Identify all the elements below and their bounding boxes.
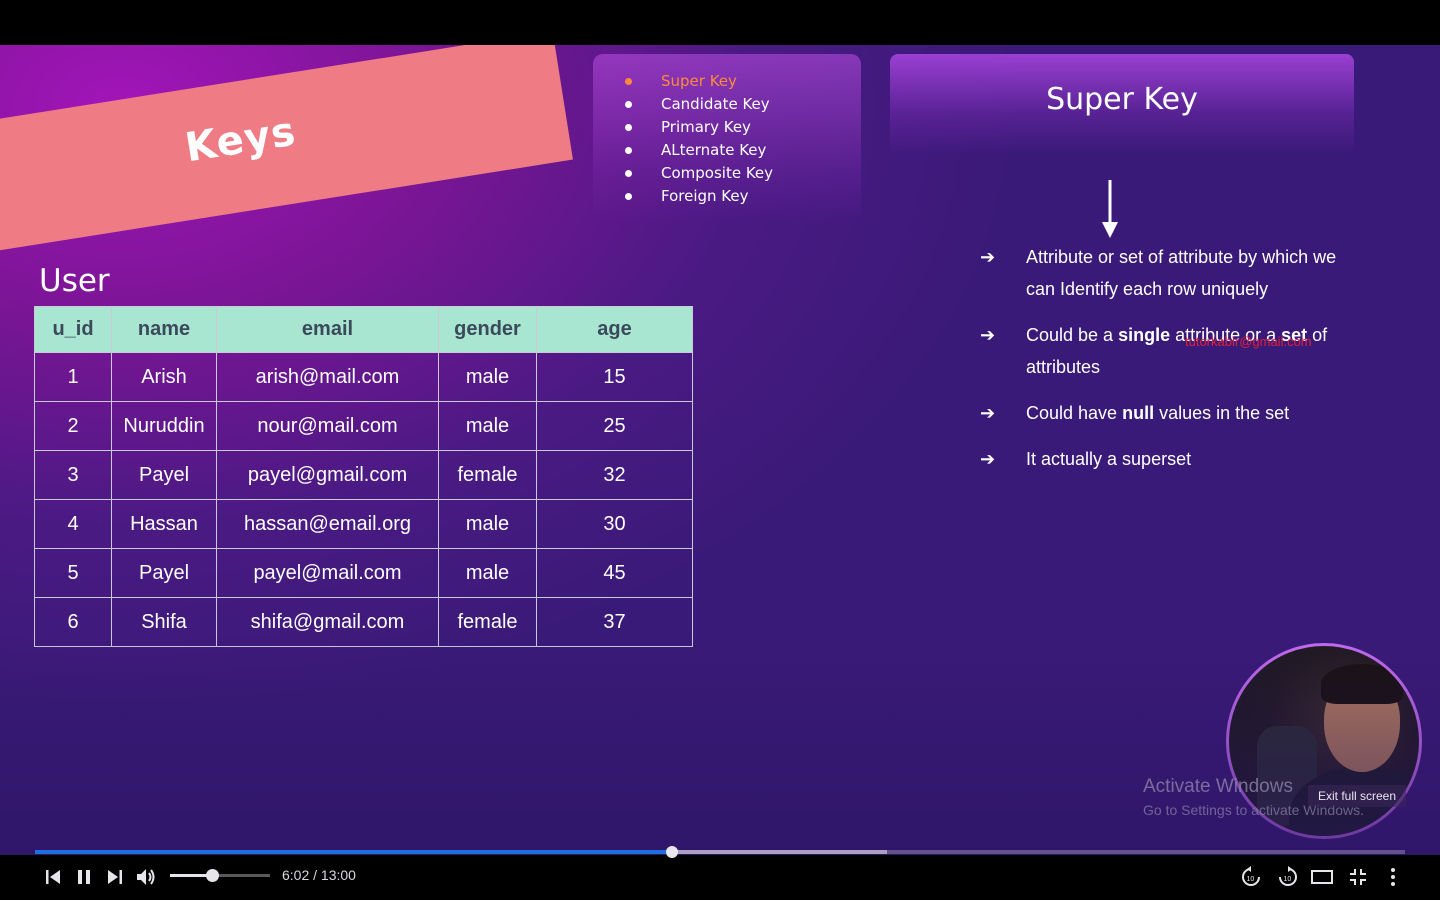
presenter-hair [1321, 664, 1403, 704]
table-row: 4 Hassan hassan@email.org male 30 [34, 499, 693, 549]
definition-bullet: ➔ Could have null values in the set [980, 397, 1340, 429]
table-cell: female [438, 450, 537, 500]
volume-icon[interactable] [134, 865, 158, 889]
table-cell: 15 [536, 352, 693, 402]
table-row: 1 Arish arish@mail.com male 15 [34, 352, 693, 402]
column-header: u_id [34, 306, 112, 353]
table-cell: male [438, 352, 537, 402]
svg-text:10: 10 [1284, 876, 1292, 883]
arrow-right-icon: ➔ [980, 247, 996, 267]
table-cell: 4 [34, 499, 112, 549]
table-title: User [39, 263, 110, 299]
table-cell: 25 [536, 401, 693, 451]
table-cell: 2 [34, 401, 112, 451]
definition-bullet: ➔ Could be a single attribute or a set of… [980, 319, 1340, 383]
key-list-item: ALternate Key [625, 141, 861, 164]
table-cell: 45 [536, 548, 693, 598]
table-cell: Hassan [111, 499, 217, 549]
table-row: 5 Payel payel@mail.com male 45 [34, 548, 693, 598]
arrow-right-icon: ➔ [980, 325, 996, 345]
rewind-10-icon[interactable]: 10 [1239, 865, 1263, 889]
key-list-item: Candidate Key [625, 95, 861, 118]
bullet-text: Attribute or set of attribute by which w… [1026, 247, 1337, 299]
theater-mode-icon[interactable] [1310, 865, 1334, 889]
table-row: 2 Nuruddin nour@mail.com male 25 [34, 401, 693, 451]
table-cell: male [438, 548, 537, 598]
svg-text:10: 10 [1247, 876, 1255, 883]
slide-heading: Super Key [1046, 82, 1198, 117]
down-arrow-icon [1102, 180, 1118, 238]
forward-10-icon[interactable]: 10 [1276, 865, 1300, 889]
bullet-text: null [1122, 403, 1155, 423]
lecture-slide: Keys Super Key Candidate Key Primary Key AL… [0, 45, 1440, 855]
table-cell: payel@gmail.com [216, 450, 439, 500]
definition-bullets: ➔ Attribute or set of attribute by which … [980, 241, 1340, 489]
table-cell: 3 [34, 450, 112, 500]
bullet-text: values in the set [1154, 403, 1290, 423]
volume-slider[interactable] [170, 869, 270, 882]
column-header: email [216, 306, 439, 353]
time-display: 6:02 / 13:00 [282, 867, 356, 883]
more-options-icon[interactable] [1381, 865, 1405, 889]
key-list-item: Super Key [625, 72, 861, 95]
table-cell: hassan@email.org [216, 499, 439, 549]
key-list-item: Composite Key [625, 164, 861, 187]
table-cell: arish@mail.com [216, 352, 439, 402]
column-header: name [111, 306, 217, 353]
table-cell: payel@mail.com [216, 548, 439, 598]
pause-icon[interactable] [72, 865, 96, 889]
next-icon[interactable] [103, 865, 127, 889]
progress-bar[interactable] [35, 846, 1405, 858]
table-cell: male [438, 401, 537, 451]
progress-played [35, 850, 673, 854]
video-player[interactable]: Keys Super Key Candidate Key Primary Key AL… [0, 0, 1440, 900]
user-table: u_id name email gender age 1 Arish arish@mail.… [34, 306, 693, 647]
table-cell: 1 [34, 352, 112, 402]
table-cell: 5 [34, 548, 112, 598]
table-cell: Nuruddin [111, 401, 217, 451]
definition-bullet: ➔ Attribute or set of attribute by which … [980, 241, 1340, 305]
table-cell: 32 [536, 450, 693, 500]
table-cell: Arish [111, 352, 217, 402]
key-types-list: Super Key Candidate Key Primary Key ALterna… [593, 54, 861, 222]
arrow-right-icon: ➔ [980, 403, 996, 423]
table-cell: Payel [111, 548, 217, 598]
table-cell: nour@mail.com [216, 401, 439, 451]
bullet-text: It actually a superset [1026, 449, 1192, 469]
definition-bullet: ➔ It actually a superset [980, 443, 1340, 475]
table-row: 6 Shifa shifa@gmail.com female 37 [34, 597, 693, 647]
table-cell: female [438, 597, 537, 647]
bullet-text: single [1118, 325, 1171, 345]
table-cell: 37 [536, 597, 693, 647]
arrow-right-icon: ➔ [980, 449, 996, 469]
column-header: gender [438, 306, 537, 353]
table-cell: male [438, 499, 537, 549]
bullet-text: Could be a [1026, 325, 1119, 345]
key-list-item: Foreign Key [625, 187, 861, 210]
volume-handle[interactable] [206, 869, 219, 882]
table-cell: 6 [34, 597, 112, 647]
watermark-email: tutorkabir@gmail.com [1185, 334, 1312, 349]
table-cell: shifa@gmail.com [216, 597, 439, 647]
table-cell: Payel [111, 450, 217, 500]
table-cell: 30 [536, 499, 693, 549]
bullet-text: Could have [1026, 403, 1123, 423]
table-row: 3 Payel payel@gmail.com female 32 [34, 450, 693, 500]
exit-fullscreen-icon[interactable] [1346, 865, 1370, 889]
exit-fullscreen-tooltip: Exit full screen [1308, 785, 1406, 807]
column-header: age [536, 306, 693, 353]
previous-icon[interactable] [41, 865, 65, 889]
key-list-item: Primary Key [625, 118, 861, 141]
table-cell: Shifa [111, 597, 217, 647]
slide-heading-box: Super Key [890, 54, 1354, 154]
